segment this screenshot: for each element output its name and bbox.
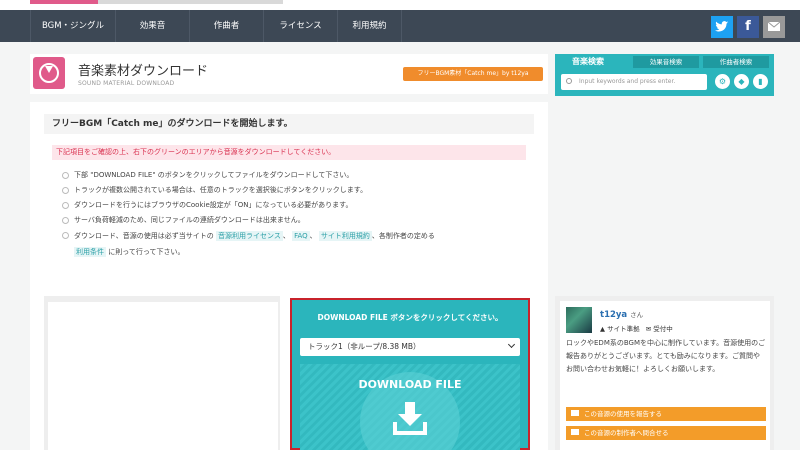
accent-pink [30, 0, 98, 4]
main-content: フリーBGM「Catch me」のダウンロードを開始します。 下記項目をご確認の… [30, 102, 548, 450]
download-heading: DOWNLOAD FILE ボタンをクリックしてください。 [317, 313, 503, 322]
nav-item-composers[interactable]: 作曲者 [190, 10, 264, 42]
envelope-icon [767, 21, 781, 31]
nav-item-bgm[interactable]: BGM・ジングル [30, 10, 116, 42]
page-subtitle: SOUND MATERIAL DOWNLOAD [78, 80, 175, 87]
twitter-bird-icon [715, 21, 729, 32]
license-link[interactable]: 音源利用ライセンス [215, 231, 283, 241]
list-item-terms: ダウンロード、音源の使用は必ず当サイトの 音源利用ライセンス、 FAQ、 サイト… [62, 228, 532, 260]
ad-placeholder [48, 302, 278, 450]
list-item: サーバ負荷軽減のため、同じファイルの連続ダウンロードは出来ません。 [62, 213, 532, 228]
list-item: トラックが複数公開されている場合は、任意のトラックを選択後にボタンをクリックしま… [62, 183, 532, 198]
track-tag-badge[interactable]: フリーBGM素材「Catch me」by t12ya [403, 67, 543, 81]
terms-sep1: 、 [282, 232, 290, 240]
terms-pre: ダウンロード、音源の使用は必ず当サイトの [74, 232, 214, 240]
tab-composer-search[interactable]: 作曲者検索 [703, 56, 769, 68]
track-select-value: トラック1（非ループ/8.38 MB） [308, 342, 421, 351]
page-title: 音楽素材ダウンロード [78, 64, 209, 79]
nav-item-terms[interactable]: 利用規約 [338, 10, 402, 42]
mail-icon [571, 429, 579, 435]
instruction-list: 下部 "DOWNLOAD FILE" のボタンをクリックしてファイルをダウンロー… [62, 168, 532, 260]
faq-link[interactable]: FAQ [292, 231, 310, 241]
composer-name-text: t12ya [600, 310, 628, 320]
search-panel: 音楽検索 効果音検索 作曲者検索 Input keywords and pres… [555, 54, 774, 96]
facebook-icon[interactable]: f [737, 16, 759, 38]
composer-name[interactable]: t12ya さん [600, 309, 643, 320]
accent-grey [98, 0, 283, 4]
list-item: ダウンロードを行うにはブラウザのCookie設定が「ON」になっている必要があり… [62, 198, 532, 213]
gear-icon[interactable]: ⚙ [715, 74, 730, 89]
contact-composer-button[interactable]: この音源の制作者へ問合せる [566, 426, 766, 440]
composer-honorific: さん [630, 311, 644, 319]
composer-card-wrapper: t12ya さん ▲ サイト準拠 ✉ 受付中 ロックやEDM系のBGMを中心に制… [555, 296, 774, 450]
nav-item-sfx[interactable]: 効果音 [116, 10, 190, 42]
report-usage-button[interactable]: この音源の使用を報告する [566, 407, 766, 421]
composer-meta: ▲ サイト準拠 ✉ 受付中 [600, 323, 673, 333]
trash-icon[interactable]: ▮ [753, 74, 768, 89]
tab-sfx-search[interactable]: 効果音検索 [633, 56, 699, 68]
download-button-label: DOWNLOAD FILE [358, 378, 462, 391]
twitter-icon[interactable] [711, 16, 733, 38]
logo-arrow [45, 66, 53, 73]
search-icon [566, 78, 572, 84]
site-compliance-badge: ▲ サイト準拠 [600, 325, 640, 333]
search-input[interactable]: Input keywords and press enter. [561, 74, 707, 90]
main-navbar: BGM・ジングル 効果音 作曲者 ライセンス 利用規約 [0, 10, 800, 42]
avatar[interactable] [566, 307, 592, 333]
track-select[interactable]: トラック1（非ループ/8.38 MB） [300, 338, 520, 356]
ad-area [44, 296, 280, 450]
usage-conditions-link[interactable]: 利用条件 [74, 247, 106, 257]
tab-music-search[interactable]: 音楽検索 [559, 56, 617, 68]
logo-icon [33, 57, 65, 89]
page-header: 音楽素材ダウンロード SOUND MATERIAL DOWNLOAD フリーBG… [30, 54, 548, 94]
mail-icon[interactable] [763, 16, 785, 38]
terms-post: に則って行って下さい。 [108, 248, 185, 256]
top-accent-bar [0, 0, 800, 10]
composer-description: ロックやEDM系のBGMを中心に制作しています。音源使用のご報告ありがとうござい… [566, 339, 766, 373]
composer-card: t12ya さん ▲ サイト準拠 ✉ 受付中 ロックやEDM系のBGMを中心に制… [560, 301, 770, 450]
site-terms-link[interactable]: サイト利用規約 [318, 231, 372, 241]
search-placeholder: Input keywords and press enter. [579, 78, 676, 85]
nav-item-license[interactable]: ライセンス [264, 10, 338, 42]
mail-icon [571, 410, 579, 416]
contact-composer-label: この音源の制作者へ問合せる [584, 429, 669, 437]
download-file-button[interactable]: DOWNLOAD FILE [300, 364, 520, 450]
chevron-down-icon [507, 340, 516, 349]
report-usage-label: この音源の使用を報告する [584, 410, 662, 418]
list-item: 下部 "DOWNLOAD FILE" のボタンをクリックしてファイルをダウンロー… [62, 168, 532, 183]
terms-sep2: 、 [309, 232, 317, 240]
tag-icon[interactable]: ◆ [734, 74, 749, 89]
download-icon [393, 402, 427, 435]
notice-banner: 下記項目をご確認の上、右下のグリーンのエリアから音源をダウンロードしてください。 [52, 145, 526, 160]
accepting-badge: ✉ 受付中 [645, 325, 673, 333]
download-start-title: フリーBGM「Catch me」のダウンロードを開始します。 [44, 114, 534, 134]
download-panel: DOWNLOAD FILE ボタンをクリックしてください。 トラック1（非ループ… [290, 298, 530, 450]
terms-mid: 、各制作者の定める [371, 232, 435, 240]
